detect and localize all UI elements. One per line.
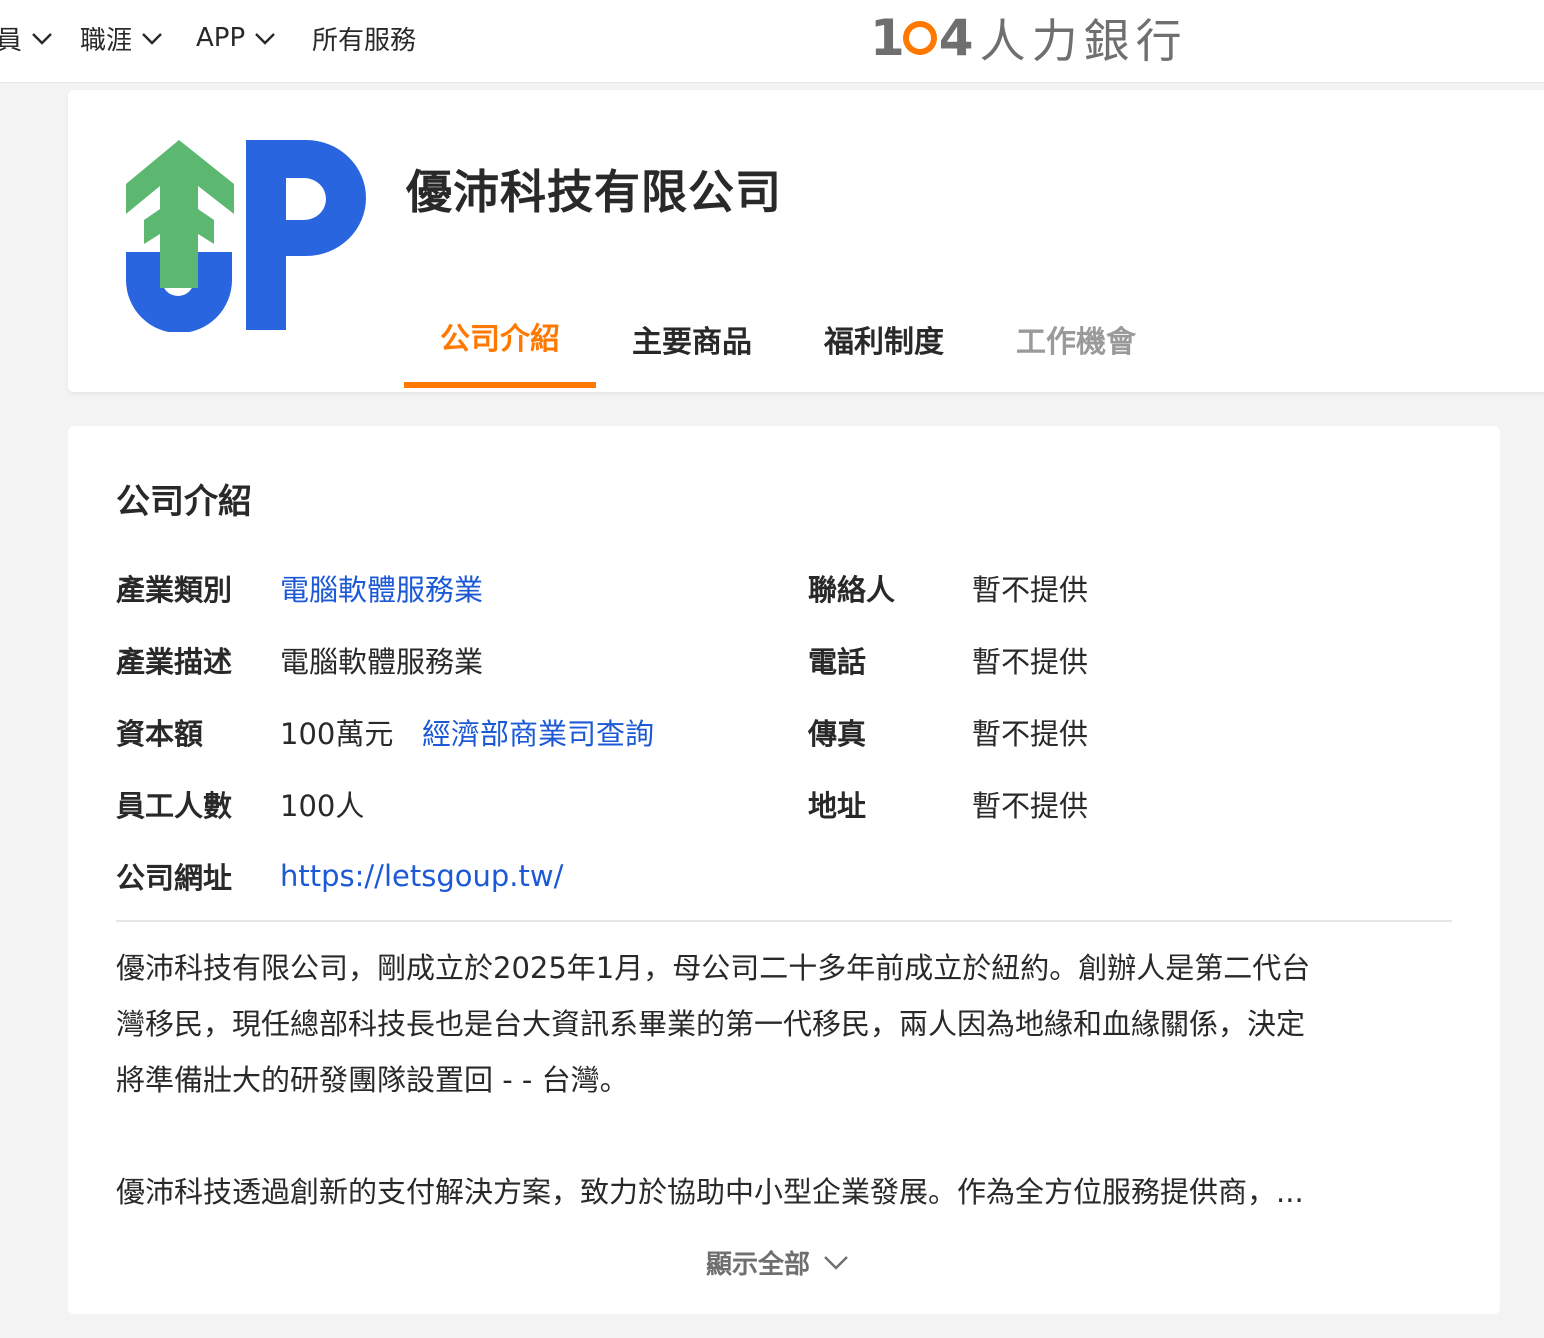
nav-item-all-services[interactable]: 所有服務: [312, 18, 416, 58]
description-paragraph-1: 優沛科技有限公司，剛成立於2025年1月，母公司二十多年前成立於紐約。創辦人是第…: [116, 940, 1446, 1108]
company-intro-card: 公司介紹 產業類別 電腦軟體服務業 產業描述 電腦軟體服務業 資本額 100萬元…: [68, 426, 1500, 1314]
brand-text: 人力銀行: [979, 14, 1188, 68]
section-title: 公司介紹: [116, 482, 252, 522]
nav-item-label: APP: [196, 23, 246, 53]
industry-desc-value: 電腦軟體服務業: [280, 645, 484, 679]
description-line: 灣移民，現任總部科技長也是台大資訊系畢業的第一代移民，兩人因為地緣和血緣關係，決…: [116, 1007, 1306, 1041]
brand-number: 14: [870, 9, 974, 67]
employees-label: 員工人數: [116, 789, 233, 823]
contact-value: 暫不提供: [972, 573, 1089, 607]
tab-job-openings[interactable]: 工作機會: [980, 290, 1172, 388]
address-value: 暫不提供: [972, 789, 1089, 823]
phone-label: 電話: [808, 645, 867, 679]
website-link[interactable]: https://letsgoup.tw/: [280, 859, 563, 893]
brand-ring-icon: [902, 21, 937, 55]
chevron-down-icon: [140, 26, 164, 50]
chevron-down-icon: [253, 26, 277, 50]
capital-value: 100萬元: [280, 717, 394, 751]
chevron-down-icon: [822, 1250, 848, 1274]
nav-item-label: 所有服務: [312, 25, 417, 56]
fax-value: 暫不提供: [972, 717, 1089, 751]
section-divider: [116, 920, 1452, 922]
company-logo: [126, 140, 370, 333]
description-line: 將準備壯大的研發團隊設置回 - - 台灣。: [116, 1063, 629, 1097]
description-paragraph-2: 優沛科技透過創新的支付解決方案，致力於協助中小型企業發展。作為全方位服務提供商，…: [116, 1175, 1304, 1209]
tab-company-intro[interactable]: 公司介紹: [404, 290, 596, 388]
employees-value: 100人: [280, 789, 365, 823]
nav-item-career[interactable]: 職涯: [80, 18, 164, 58]
brand-logo[interactable]: 14 人力銀行: [870, 9, 1188, 68]
industry-desc-label: 產業描述: [116, 645, 233, 679]
company-logo-graphic: [126, 140, 366, 333]
fax-label: 傳真: [808, 717, 867, 751]
company-name: 優沛科技有限公司: [406, 165, 782, 219]
chevron-down-icon: [30, 26, 54, 50]
show-all-button[interactable]: 顯示全部: [706, 1242, 848, 1282]
address-label: 地址: [808, 789, 867, 823]
tab-main-products[interactable]: 主要商品: [596, 290, 788, 388]
contact-label: 聯絡人: [808, 573, 896, 607]
tab-welfare[interactable]: 福利制度: [788, 290, 980, 388]
show-all-label: 顯示全部: [706, 1249, 811, 1280]
moea-lookup-link[interactable]: 經濟部商業司查詢: [422, 711, 654, 753]
description-line: 優沛科技有限公司，剛成立於2025年1月，母公司二十多年前成立於紐約。創辦人是第…: [116, 951, 1311, 985]
industry-label: 產業類別: [116, 573, 233, 607]
nav-item-partial[interactable]: 員: [0, 18, 54, 58]
industry-link[interactable]: 電腦軟體服務業: [280, 567, 483, 609]
company-header-card: 優沛科技有限公司 公司介紹 主要商品 福利制度 工作機會: [68, 90, 1544, 392]
website-label: 公司網址: [116, 861, 233, 895]
nav-item-label: 職涯: [80, 25, 133, 56]
nav-item-label: 員: [0, 25, 23, 56]
phone-value: 暫不提供: [972, 645, 1089, 679]
capital-label: 資本額: [116, 717, 204, 751]
nav-item-app[interactable]: APP: [196, 18, 277, 58]
top-navigation-bar: 員 職涯 APP 所有服務 14 人力銀行: [0, 0, 1544, 83]
